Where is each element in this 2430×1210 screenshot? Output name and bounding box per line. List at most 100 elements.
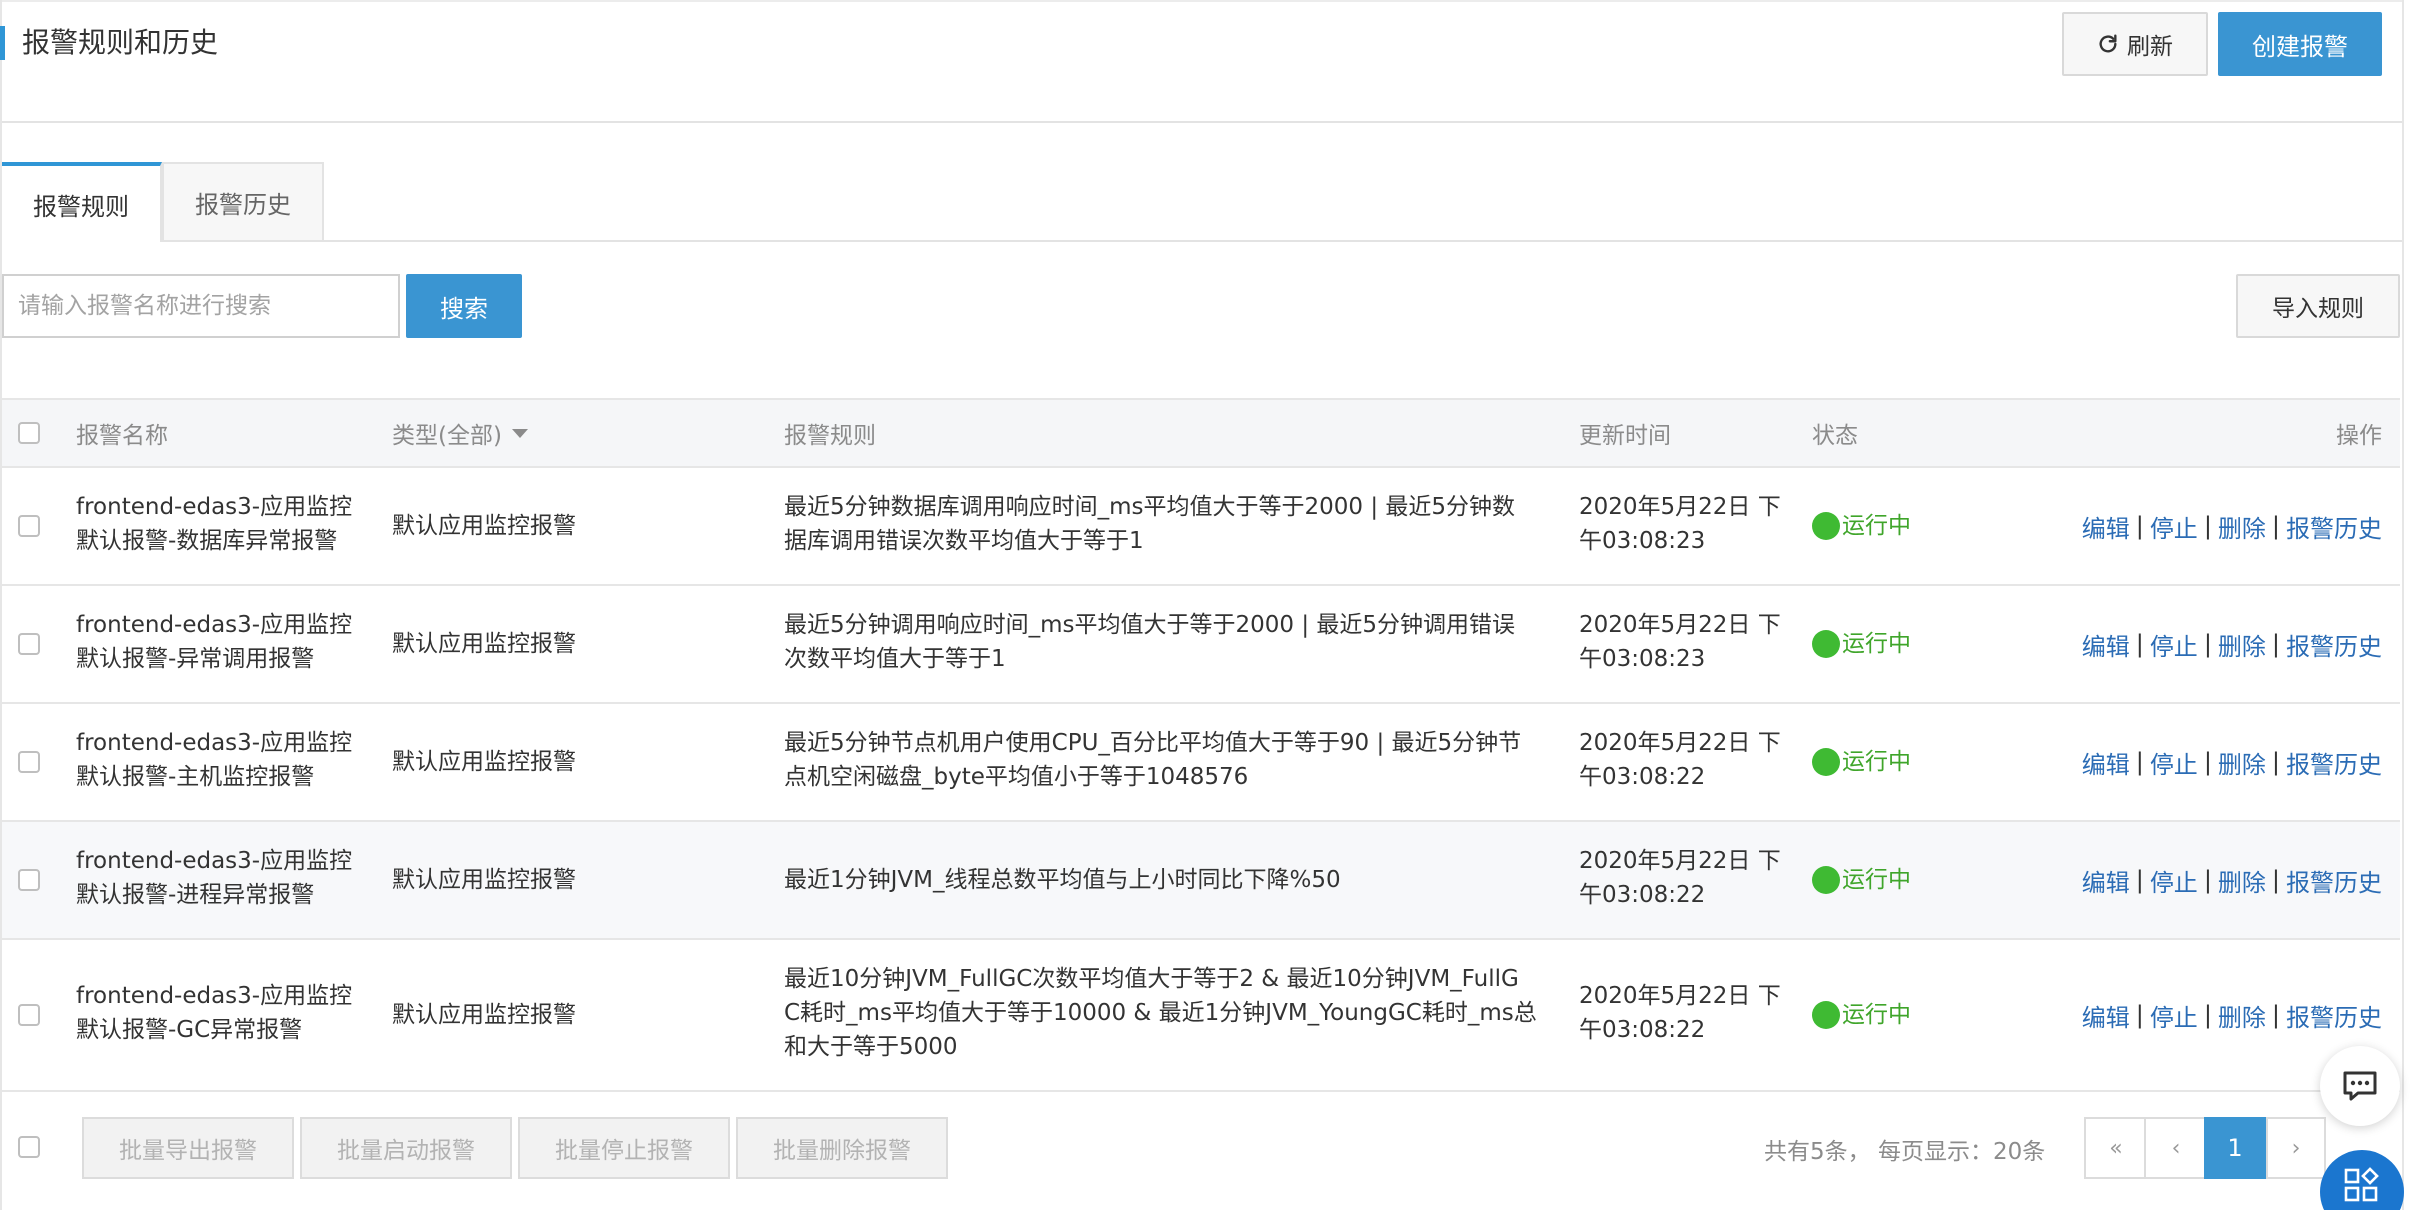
rule-name-line: frontend-edas3-应用监控 [76,848,353,874]
create-alert-button[interactable]: 创建报警 [2218,12,2382,76]
rule-condition-line: 最近10分钟JVM_FullGC次数平均值大于等于2 & 最近10分钟JVM_F… [784,966,1519,992]
stop-link[interactable]: 停止 [2150,509,2198,544]
rule-name: frontend-edas3-应用监控 默认报警-进程异常报警 [76,844,352,912]
delete-link[interactable]: 删除 [2218,998,2266,1033]
updated-time-line: 午03:08:22 [1579,882,1706,908]
separator: | [2135,866,2144,894]
alert-rules-page: 报警规则和历史 刷新 创建报警 报警规则 报警历史 搜索 导入规则 报警名称 类… [0,0,2430,1210]
stop-link[interactable]: 停止 [2150,998,2198,1033]
rule-condition-line: 最近1分钟JVM_线程总数平均值与上小时同比下降%50 [784,867,1341,893]
bulk-start-button[interactable]: 批量启动报警 [300,1117,512,1179]
edit-link[interactable]: 编辑 [2082,627,2130,662]
updated-time-line: 午03:08:22 [1579,764,1706,790]
updated-time-line: 2020年5月22日 下 [1579,983,1781,1009]
select-all-cell [18,400,40,466]
bulk-export-button[interactable]: 批量导出报警 [82,1117,294,1179]
delete-link[interactable]: 删除 [2218,863,2266,898]
rule-type: 默认应用监控报警 [392,1002,576,1028]
separator: | [2203,748,2212,776]
stop-link[interactable]: 停止 [2150,863,2198,898]
history-link[interactable]: 报警历史 [2286,745,2382,780]
app-grid-icon [2344,1167,2379,1202]
rule-name-line: frontend-edas3-应用监控 [76,730,353,756]
row-actions: 编辑 | 停止 | 删除 | 报警历史 [2082,468,2382,584]
status-dot-icon [1812,630,1840,658]
rule-condition: 最近5分钟数据库调用响应时间_ms平均值大于等于2000 | 最近5分钟数 据库… [784,490,1515,558]
table-row: frontend-edas3-应用监控 默认报警-异常调用报警 默认应用监控报警… [2,586,2400,704]
row-select-cell [18,822,40,938]
stop-link[interactable]: 停止 [2150,627,2198,662]
frame-top [0,0,2404,2]
rule-condition-line: 据库调用错误次数平均值大于等于1 [784,528,1144,554]
footer-select-all-checkbox[interactable] [18,1136,40,1158]
rule-condition-line: 最近5分钟节点机用户使用CPU_百分比平均值大于等于90 | 最近5分钟节 [784,730,1522,756]
first-page-button[interactable]: « [2084,1117,2148,1179]
history-link[interactable]: 报警历史 [2286,627,2382,662]
rule-condition-line: 最近5分钟调用响应时间_ms平均值大于等于2000 | 最近5分钟调用错误 [784,612,1516,638]
row-checkbox[interactable] [18,515,40,537]
row-checkbox[interactable] [18,751,40,773]
search-button[interactable]: 搜索 [406,274,522,338]
delete-link[interactable]: 删除 [2218,745,2266,780]
search-input[interactable] [2,274,400,338]
bulk-stop-button[interactable]: 批量停止报警 [518,1117,730,1179]
rule-name-line: 默认报警-主机监控报警 [76,764,315,790]
status-cell: 运行中 [1812,940,1911,1090]
table-row: frontend-edas3-应用监控 默认报警-主机监控报警 默认应用监控报警… [2,704,2400,822]
row-checkbox[interactable] [18,869,40,891]
page-1-button[interactable]: 1 [2204,1117,2266,1179]
separator: | [2271,512,2280,540]
status-cell: 运行中 [1812,468,1911,584]
edit-link[interactable]: 编辑 [2082,998,2130,1033]
row-checkbox[interactable] [18,633,40,655]
separator: | [2271,630,2280,658]
status-text: 运行中 [1842,749,1911,775]
row-select-cell [18,704,40,820]
refresh-button[interactable]: 刷新 [2062,12,2208,76]
status-text: 运行中 [1842,513,1911,539]
stop-link[interactable]: 停止 [2150,745,2198,780]
col-name: 报警名称 [76,423,168,449]
rule-name: frontend-edas3-应用监控 默认报警-异常调用报警 [76,608,352,676]
rule-name-line: frontend-edas3-应用监控 [76,983,353,1009]
status-text: 运行中 [1842,867,1911,893]
separator: | [2135,630,2144,658]
history-link[interactable]: 报警历史 [2286,509,2382,544]
status-dot-icon [1812,512,1840,540]
separator: | [2203,1001,2212,1029]
tab-alert-history[interactable]: 报警历史 [162,162,324,242]
chat-button[interactable] [2320,1046,2400,1126]
updated-time: 2020年5月22日 下 午03:08:22 [1579,844,1781,912]
delete-link[interactable]: 删除 [2218,509,2266,544]
rule-name: frontend-edas3-应用监控 默认报警-主机监控报警 [76,726,352,794]
separator: | [2135,1001,2144,1029]
rule-condition: 最近5分钟调用响应时间_ms平均值大于等于2000 | 最近5分钟调用错误 次数… [784,608,1515,676]
prev-page-button[interactable]: ‹ [2144,1117,2208,1179]
history-link[interactable]: 报警历史 [2286,998,2382,1033]
history-link[interactable]: 报警历史 [2286,863,2382,898]
table-header: 报警名称 类型(全部) 报警规则 更新时间 状态 操作 [2,398,2400,468]
col-type-filter[interactable]: 类型(全部) [392,400,528,466]
pagination-summary: 共有5条， 每页显示：20条 [1764,1139,2046,1165]
row-checkbox[interactable] [18,1004,40,1026]
edit-link[interactable]: 编辑 [2082,863,2130,898]
col-ops: 操作 [2336,423,2382,449]
tab-divider [324,240,2402,242]
delete-link[interactable]: 删除 [2218,627,2266,662]
import-rules-button[interactable]: 导入规则 [2236,274,2400,338]
tab-alert-rules[interactable]: 报警规则 [2,162,162,242]
rule-name: frontend-edas3-应用监控 默认报警-GC异常报警 [76,979,352,1047]
updated-time-line: 2020年5月22日 下 [1579,494,1781,520]
edit-link[interactable]: 编辑 [2082,509,2130,544]
rule-name: frontend-edas3-应用监控 默认报警-数据库异常报警 [76,490,352,558]
next-page-button[interactable]: › [2266,1117,2326,1179]
bulk-delete-button[interactable]: 批量删除报警 [736,1117,948,1179]
select-all-checkbox[interactable] [18,422,40,444]
refresh-icon [2099,34,2117,53]
separator: | [2203,866,2212,894]
edit-link[interactable]: 编辑 [2082,745,2130,780]
updated-time: 2020年5月22日 下 午03:08:22 [1579,979,1781,1047]
status-dot-icon [1812,1001,1840,1029]
status-cell: 运行中 [1812,704,1911,820]
app-grid-button[interactable] [2320,1150,2404,1210]
